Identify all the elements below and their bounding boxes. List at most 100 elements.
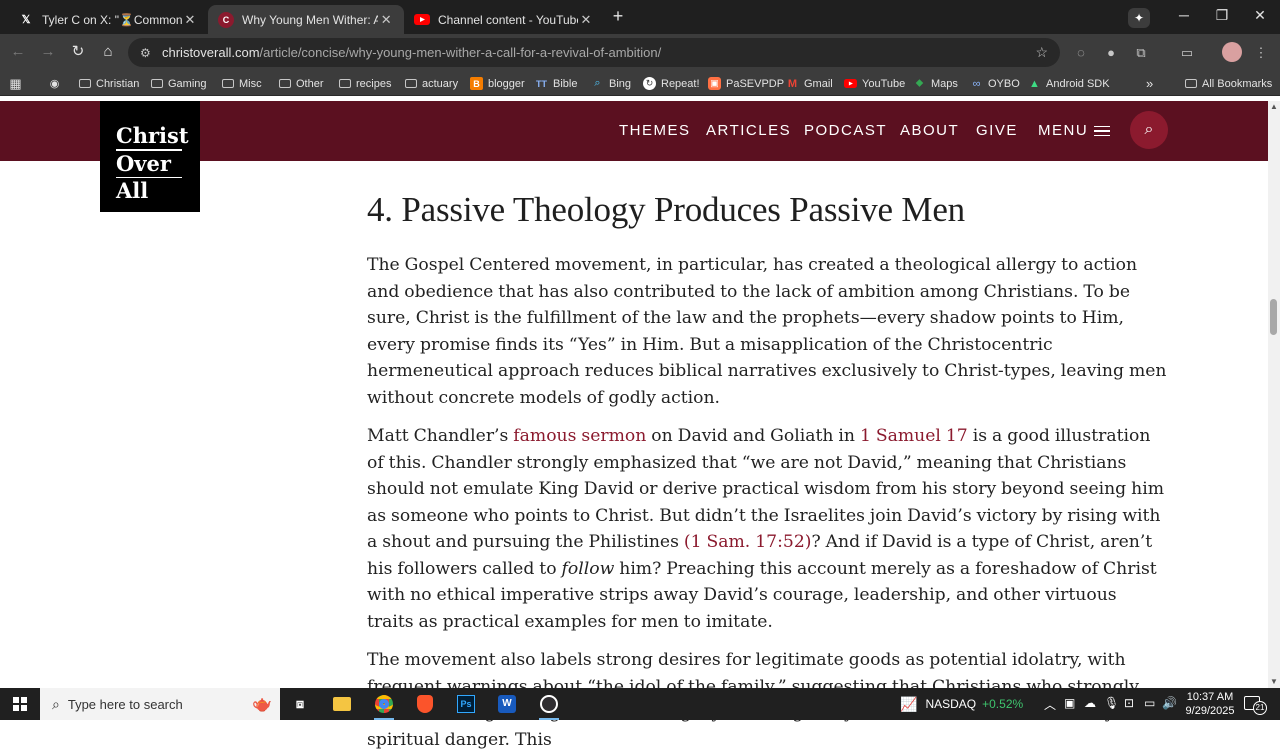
bing-icon: ⌕ — [594, 77, 601, 89]
bookmark-misc[interactable]: Misc — [221, 75, 262, 92]
text-run: on David and Goliath in — [646, 426, 860, 446]
bookmark-label: YouTube — [862, 77, 906, 90]
bookmark-christian[interactable]: Christian — [78, 75, 139, 92]
gemini-icon[interactable]: ✦ — [1128, 8, 1150, 28]
new-tab-button[interactable]: + — [608, 6, 628, 27]
christ-over-all-icon: C — [218, 11, 234, 28]
bookmark-label: Maps — [931, 77, 958, 90]
meet-icon[interactable]: ▣ — [1064, 696, 1075, 710]
chevron-up-icon[interactable]: ︿ — [1044, 696, 1056, 713]
bookmark-pasevpdp[interactable]: ▣ PaSEVPDP — [708, 75, 784, 92]
file-explorer-icon[interactable] — [328, 692, 356, 716]
extension-icon[interactable]: ● — [1102, 44, 1120, 62]
back-icon[interactable]: ← — [8, 42, 28, 62]
close-icon[interactable]: ✕ — [578, 12, 594, 28]
nav-give[interactable]: GIVE — [976, 122, 1018, 139]
network-icon[interactable]: ▭ — [1144, 696, 1155, 710]
bookmark-bing[interactable]: ⌕ Bing — [591, 75, 631, 92]
scroll-down-icon[interactable]: ▼ — [1268, 676, 1280, 688]
bookmark-gmail[interactable]: M Gmail — [786, 75, 833, 92]
all-bookmarks-label: All Bookmarks — [1202, 77, 1273, 90]
taskbar-search-box[interactable]: ⌕ Type here to search 🫖 — [40, 688, 280, 720]
all-bookmarks[interactable]: All Bookmarks — [1184, 75, 1272, 92]
tab-article[interactable]: C Why Young Men Wither: A Call ✕ — [208, 5, 404, 34]
nav-about[interactable]: ABOUT — [900, 122, 959, 139]
close-icon[interactable]: ✕ — [378, 12, 394, 28]
bookmark-gaming[interactable]: Gaming — [150, 75, 207, 92]
obs-icon[interactable] — [535, 692, 563, 720]
bookmark-label: Misc — [239, 77, 262, 90]
nav-articles[interactable]: ARTICLES — [706, 122, 791, 139]
volume-icon[interactable]: 🔊 — [1162, 696, 1177, 710]
profile-avatar[interactable] — [1222, 42, 1242, 62]
youtube-icon — [414, 12, 430, 28]
search-highlight-icon: 🫖 — [252, 696, 272, 713]
article-body: 4. Passive Theology Produces Passive Men… — [367, 190, 1167, 753]
taskbar-search-placeholder: Type here to search — [67, 696, 183, 712]
windows-taskbar: ⌕ Type here to search 🫖 ⧈ Ps W 📈 NASDAQ … — [0, 688, 1280, 720]
tab-youtube-studio[interactable]: Channel content - YouTube Stu ✕ — [404, 5, 604, 34]
forward-icon[interactable]: → — [38, 42, 58, 62]
blogger-icon: B — [470, 77, 483, 90]
logo-line-3: All — [116, 178, 149, 203]
photoshop-icon[interactable]: Ps — [452, 692, 480, 716]
word-icon[interactable]: W — [493, 692, 521, 716]
cloud-icon[interactable]: ☁ — [1084, 696, 1096, 710]
tab-twitter[interactable]: 𝕏 Tyler C on X: "⏳Common Reas ✕ — [8, 5, 208, 34]
system-clock[interactable]: 10:37 AM 9/29/2025 — [1180, 690, 1240, 718]
scrollbar-thumb[interactable] — [1270, 299, 1277, 335]
search-icon[interactable]: ⌕ — [1130, 111, 1168, 149]
close-icon[interactable]: ✕ — [182, 12, 198, 28]
1-samuel-17-link[interactable]: 1 Samuel 17 — [860, 426, 968, 446]
windows-start-icon[interactable] — [0, 688, 40, 720]
chevron-right-icon[interactable]: » — [1146, 75, 1153, 92]
address-bar[interactable]: ⚙ christoverall.com/article/concise/why-… — [128, 38, 1060, 67]
nav-podcast[interactable]: PODCAST — [804, 122, 887, 139]
chrome-icon[interactable] — [370, 692, 398, 720]
globe-icon[interactable]: ◉ — [48, 75, 66, 92]
bookmark-recipes[interactable]: recipes — [338, 75, 391, 92]
section-heading: 4. Passive Theology Produces Passive Men — [367, 190, 965, 229]
reload-icon[interactable]: ↻ — [68, 42, 88, 62]
task-view-icon[interactable]: ⧈ — [286, 692, 314, 716]
scroll-up-icon[interactable]: ▲ — [1268, 101, 1280, 113]
bookmark-label: actuary — [422, 77, 459, 90]
bookmark-youtube[interactable]: YouTube — [844, 75, 905, 92]
extension-refresh-icon[interactable]: ◌ — [1072, 44, 1090, 62]
site-logo[interactable]: Christ Over All — [100, 101, 200, 212]
cast-icon[interactable]: ▭ — [1178, 44, 1196, 62]
bookmark-maps[interactable]: ⬥ Maps — [913, 75, 958, 92]
bookmark-android-sdk[interactable]: ▲ Android SDK — [1028, 75, 1110, 92]
bookmark-blogger[interactable]: Bblogger — [470, 75, 525, 92]
bookmark-repeat[interactable]: ↻ Repeat! — [643, 75, 700, 92]
close-window-icon[interactable]: ✕ — [1250, 7, 1270, 24]
more-menu-icon[interactable]: ⋮ — [1252, 44, 1270, 62]
famous-sermon-link[interactable]: famous sermon — [513, 426, 646, 446]
extensions-puzzle-icon[interactable]: ⧉ — [1132, 44, 1150, 62]
stock-ticker-widget[interactable]: 📈 NASDAQ +0.52% — [900, 688, 1023, 720]
bookmark-actuary[interactable]: actuary — [404, 75, 458, 92]
notification-count-badge: 21 — [1253, 701, 1267, 715]
microphone-icon[interactable]: 🎙 — [1104, 696, 1119, 710]
nav-menu[interactable]: MENU — [1038, 122, 1111, 139]
bookmark-bible[interactable]: TT Bible — [535, 75, 577, 92]
tab-title: Tyler C on X: "⏳Common Reas — [42, 12, 182, 27]
bookmark-star-icon[interactable]: ☆ — [1035, 44, 1048, 61]
bookmark-label: Christian — [96, 77, 140, 90]
display-icon[interactable]: ⊡ — [1124, 696, 1134, 710]
home-icon[interactable]: ⌂ — [98, 42, 118, 62]
nav-themes[interactable]: THEMES — [619, 122, 691, 139]
site-info-icon[interactable]: ⚙ — [140, 46, 156, 60]
youtube-icon — [844, 77, 857, 90]
bookmark-oybo[interactable]: ∞ OYBO — [970, 75, 1020, 92]
maximize-icon[interactable]: ❐ — [1212, 7, 1232, 24]
bookmark-label: Repeat! — [661, 77, 700, 90]
minimize-icon[interactable]: ─ — [1174, 7, 1194, 23]
bookmark-other[interactable]: Other — [278, 75, 324, 92]
apps-grid-icon[interactable]: ▦ — [9, 75, 27, 92]
1-sam-17-52-link[interactable]: (1 Sam. 17:52) — [684, 532, 812, 552]
emphasis-follow: follow — [561, 558, 615, 579]
page-scrollbar[interactable] — [1268, 101, 1280, 688]
brave-icon[interactable] — [411, 692, 439, 716]
url-text[interactable]: christoverall.com/article/concise/why-yo… — [162, 45, 661, 60]
